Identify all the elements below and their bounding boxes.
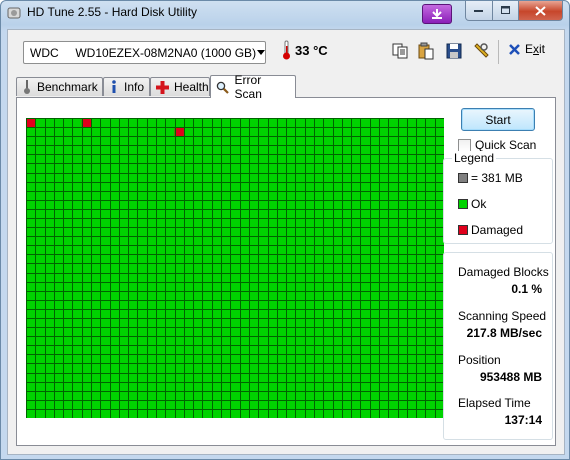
error-scan-panel: Start Quick Scan Legend = 381 MB Ok Dama…: [16, 97, 556, 446]
copy-icon[interactable]: [391, 42, 409, 60]
temperature-value: 33 °C: [295, 42, 328, 58]
quick-scan-box[interactable]: [458, 138, 471, 152]
magnifier-icon: [216, 80, 230, 94]
app-window: HD Tune 2.55 - Hard Disk Utility WDC WD1…: [0, 0, 570, 460]
elapsed-time-value: 137:14: [504, 413, 542, 427]
exit-button[interactable]: Exit: [508, 42, 545, 56]
tab-benchmark[interactable]: Benchmark: [16, 77, 103, 96]
position-label: Position: [458, 353, 501, 367]
start-button[interactable]: Start: [461, 108, 535, 131]
start-button-label: Start: [485, 112, 511, 127]
tab-benchmark-label: Benchmark: [37, 80, 98, 94]
exit-label: Exit: [525, 42, 546, 56]
scan-block-grid: [26, 118, 444, 418]
title-bar: HD Tune 2.55 - Hard Disk Utility: [1, 1, 569, 27]
legend-title: Legend: [452, 151, 497, 165]
legend-group: Legend = 381 MB Ok Damaged: [443, 151, 553, 244]
close-button[interactable]: [519, 1, 563, 21]
tab-error-scan[interactable]: Error Scan: [210, 73, 296, 101]
save-icon[interactable]: [445, 42, 463, 60]
legend-swatch-damaged: [458, 225, 468, 235]
maximize-button[interactable]: [493, 1, 519, 21]
legend-item-damaged: Damaged: [458, 223, 523, 237]
client-area: WDC WD10EZEX-08M2NA0 (1000 GB) 33 °C Exi…: [7, 29, 565, 455]
tab-info-label: Info: [123, 80, 144, 94]
scanning-speed-value: 217.8 MB/sec: [466, 326, 542, 340]
damaged-blocks-value: 0.1 %: [511, 282, 542, 296]
position-value: 953488 MB: [479, 370, 542, 384]
close-icon: [535, 5, 546, 16]
legend-item-ok: Ok: [458, 197, 486, 211]
quick-scan-checkbox[interactable]: Quick Scan: [458, 138, 536, 152]
damaged-block: [26, 118, 36, 128]
caption-buttons: [465, 1, 563, 21]
maximize-icon: [500, 6, 510, 14]
drive-select-value: WDC WD10EZEX-08M2NA0 (1000 GB): [30, 45, 257, 60]
tab-health-label: Health: [174, 80, 209, 94]
minimize-icon: [474, 9, 483, 12]
chevron-down-icon: [256, 42, 265, 63]
toolbar-separator: [498, 40, 499, 64]
legend-swatch-ok: [458, 199, 468, 209]
clipboard-icon[interactable]: [417, 42, 435, 60]
temperature-display: 33 °C: [282, 40, 328, 60]
legend-swatch-unscanned: [458, 173, 468, 183]
scan-stats-group: Damaged Blocks 0.1 % Scanning Speed 217.…: [443, 252, 553, 440]
legend-item-ok-label: Ok: [471, 197, 487, 211]
damaged-block: [174, 127, 184, 137]
quick-scan-label: Quick Scan: [475, 138, 537, 152]
health-icon: [156, 80, 169, 94]
info-icon: [109, 80, 119, 94]
damaged-blocks-label: Damaged Blocks: [458, 265, 549, 279]
legend-item-size: = 381 MB: [458, 171, 523, 185]
elapsed-time-label: Elapsed Time: [458, 396, 531, 410]
app-icon: [7, 7, 21, 19]
exit-icon: [509, 43, 520, 55]
tab-health[interactable]: Health: [150, 77, 210, 96]
scanning-speed-label: Scanning Speed: [458, 309, 547, 323]
tab-error-scan-label: Error Scan: [234, 73, 262, 101]
tab-info[interactable]: Info: [103, 77, 150, 96]
thermometer-icon: [283, 40, 290, 60]
damaged-block: [81, 118, 92, 128]
legend-item-size-label: = 381 MB: [471, 171, 523, 185]
legend-item-damaged-label: Damaged: [471, 223, 524, 237]
window-title: HD Tune 2.55 - Hard Disk Utility: [27, 5, 198, 19]
minimize-button[interactable]: [465, 1, 493, 21]
drive-select[interactable]: WDC WD10EZEX-08M2NA0 (1000 GB): [23, 41, 266, 64]
benchmark-icon: [22, 80, 32, 94]
download-icon[interactable]: [422, 4, 452, 24]
options-icon[interactable]: [472, 42, 490, 60]
